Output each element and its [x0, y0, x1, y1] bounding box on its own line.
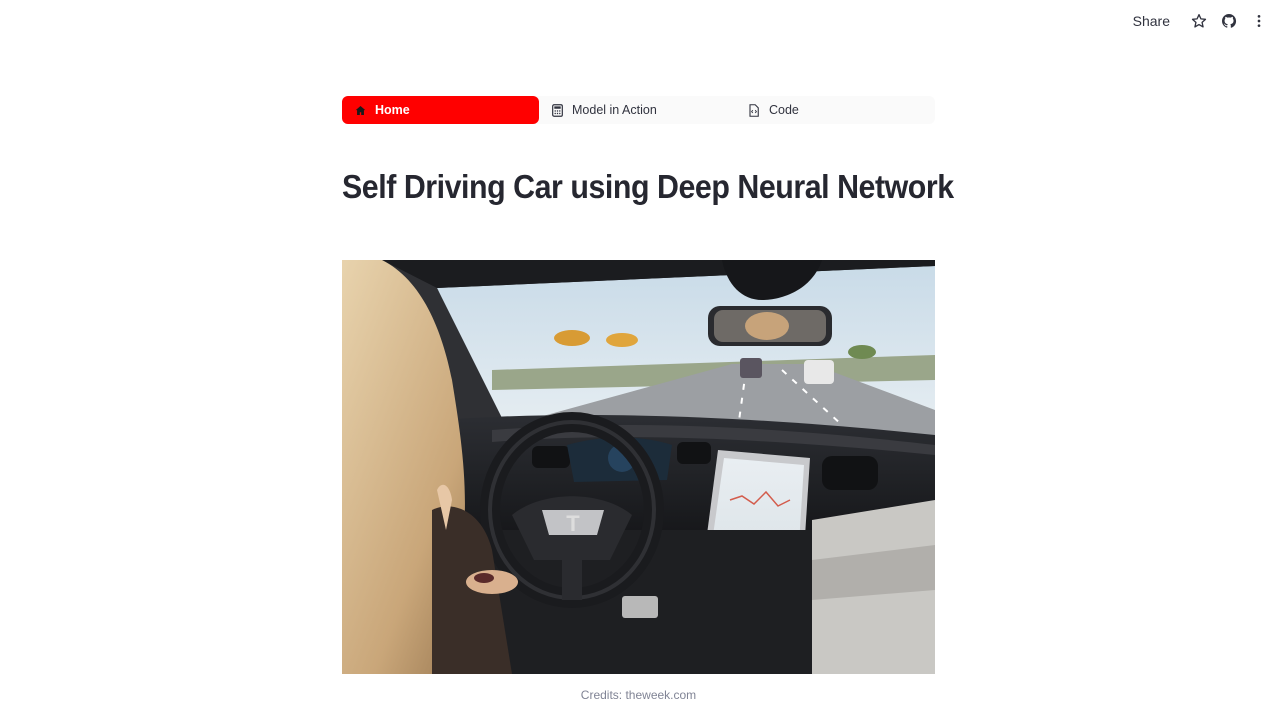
page-title: Self Driving Car using Deep Neural Netwo… [342, 168, 954, 205]
option-menu: Home Model in Action Code [342, 96, 935, 124]
tab-home[interactable]: Home [342, 96, 539, 124]
share-button[interactable]: Share [1133, 13, 1170, 29]
car-interior-illustration: T [342, 260, 935, 674]
hero-image: T [342, 260, 935, 674]
tab-model-in-action[interactable]: Model in Action [539, 96, 736, 124]
more-vertical-icon[interactable] [1244, 9, 1274, 33]
tab-code-label: Code [769, 103, 799, 117]
github-icon[interactable] [1214, 9, 1244, 33]
tab-home-label: Home [375, 103, 410, 117]
top-toolbar: Share [1133, 9, 1274, 33]
steering-badge: T [566, 511, 580, 536]
star-icon[interactable] [1184, 9, 1214, 33]
tab-model-in-action-label: Model in Action [572, 103, 657, 117]
tab-code[interactable]: Code [736, 96, 933, 124]
house-icon [354, 103, 366, 117]
file-code-icon [748, 103, 760, 117]
image-caption: Credits: theweek.com [580, 688, 697, 702]
calculator-icon [551, 103, 563, 117]
